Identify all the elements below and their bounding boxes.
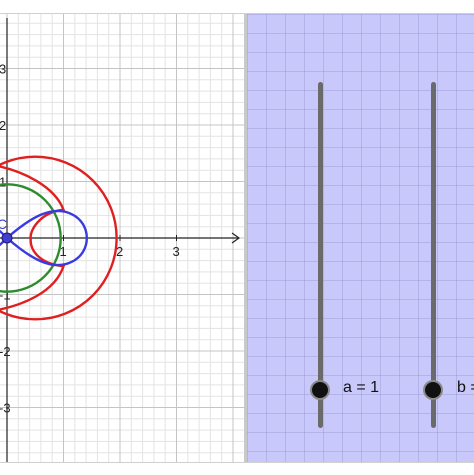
y-tick-label: -1 [0,288,11,303]
slider-a-label: a = 1 [343,379,380,396]
slider-b-handle[interactable] [423,380,443,400]
bottom-frame [0,462,474,475]
graphics-view[interactable]: 1 2 3 3 2 1 -1 -2 -3 C [0,14,244,462]
point-c [1,232,13,244]
y-tick-label: 2 [0,118,6,133]
graph-canvas[interactable]: 1 2 3321-1-2-3C [0,14,244,462]
y-tick-label: -3 [0,401,11,416]
geogebra-app: 123321-1-2-3C a = 1 b = [0,0,474,475]
slider-panel: a = 1 b = [247,14,474,462]
y-tick-label: 3 [0,62,6,77]
x-tick-label: 3 [173,244,180,259]
y-tick-label: 1 [0,175,6,190]
slider-b-label: b = [457,379,474,396]
y-tick-label: -2 [0,344,11,359]
top-frame [0,0,474,14]
point-c-label: C [0,216,7,232]
slider-b-track[interactable] [431,82,436,428]
slider-a-track[interactable] [318,82,323,428]
slider-a-handle[interactable] [310,380,330,400]
